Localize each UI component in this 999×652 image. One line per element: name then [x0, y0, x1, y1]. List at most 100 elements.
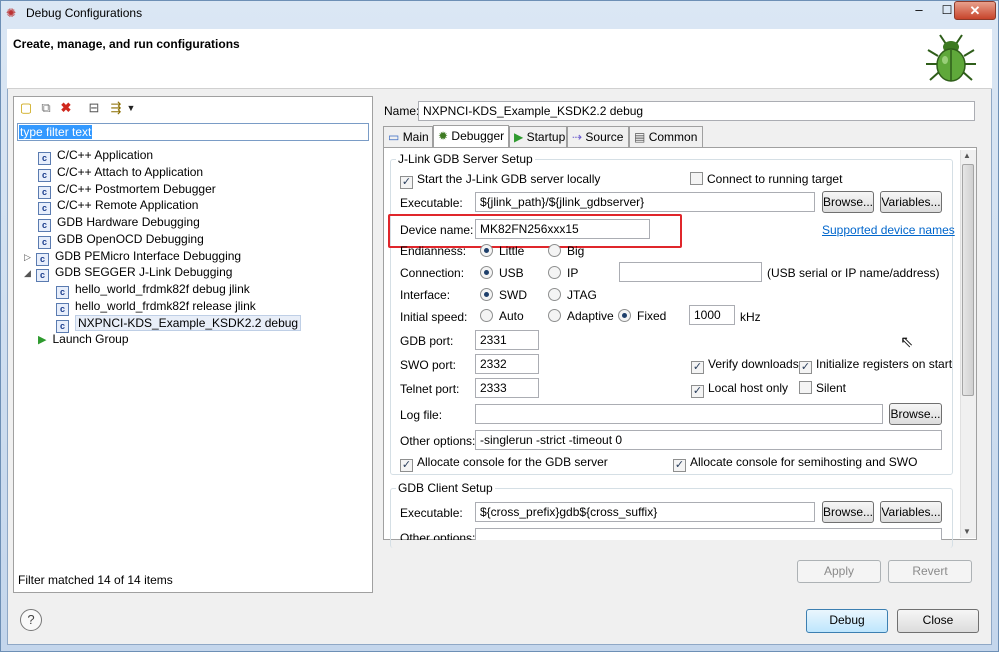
client-other-options-label: Other options:	[400, 531, 476, 540]
close-window-button[interactable]: ✕	[954, 1, 996, 20]
tab-debugger-label: Debugger	[451, 129, 505, 143]
tab-startup[interactable]: ▶ Startup	[509, 126, 567, 148]
tab-common[interactable]: ▤ Common	[629, 126, 703, 148]
scroll-up-icon[interactable]: ▲	[963, 151, 971, 160]
connect-running-checkbox[interactable]: Connect to running target	[690, 172, 842, 186]
help-icon[interactable]: ?	[20, 609, 42, 631]
tree-item[interactable]: ▶ Launch Group	[38, 331, 129, 347]
log-file-browse-button[interactable]: Browse...	[889, 403, 942, 425]
tab-source[interactable]: ⇢ Source	[567, 126, 629, 148]
delete-icon[interactable]: ✖	[58, 100, 74, 116]
tree-item[interactable]: c GDB Hardware Debugging	[38, 214, 200, 232]
checkbox-checked-icon: ✓	[400, 176, 413, 189]
filter-input-text[interactable]: type filter text	[19, 125, 93, 139]
speed-value-input[interactable]: 1000	[689, 305, 735, 325]
speed-adaptive-radio[interactable]: Adaptive	[548, 309, 614, 323]
tree-item[interactable]: ▷ c GDB PEMicro Interface Debugging	[24, 248, 241, 266]
connection-usb-label: USB	[499, 266, 524, 280]
new-config-icon[interactable]: ▢	[18, 100, 34, 116]
radio-unselected-icon	[548, 309, 561, 322]
connection-usb-radio[interactable]: USB	[480, 266, 524, 280]
tab-source-label: Source	[585, 130, 624, 144]
window-title: Debug Configurations	[26, 6, 143, 20]
client-other-options-row: Other options:	[384, 526, 959, 540]
gdb-port-input[interactable]: 2331	[475, 330, 539, 350]
server-variables-button[interactable]: Variables...	[880, 191, 942, 213]
supported-devices-link[interactable]: Supported device names	[822, 223, 955, 237]
collapse-all-icon[interactable]: ⊟	[86, 100, 102, 116]
debugger-icon: ✹	[438, 129, 449, 143]
interface-jtag-radio[interactable]: JTAG	[548, 288, 597, 302]
tree-item-label: C/C++ Remote Application	[57, 198, 199, 212]
speed-fixed-radio[interactable]: Fixed	[618, 309, 666, 323]
client-browse-button[interactable]: Browse...	[822, 501, 874, 523]
client-executable-input[interactable]: ${cross_prefix}gdb${cross_suffix}	[475, 502, 815, 522]
scrollbar-thumb[interactable]	[962, 164, 974, 396]
connection-address-input[interactable]	[619, 262, 762, 282]
allocate-console-server-label: Allocate console for the GDB server	[417, 455, 608, 469]
client-other-options-input[interactable]	[475, 528, 942, 540]
server-browse-button[interactable]: Browse...	[822, 191, 874, 213]
close-button[interactable]: Close	[897, 609, 979, 633]
interface-swd-radio[interactable]: SWD	[480, 288, 527, 302]
source-icon: ⇢	[572, 130, 583, 144]
scroll-down-icon[interactable]: ▼	[963, 527, 971, 536]
endianness-big-radio[interactable]: Big	[548, 244, 584, 258]
jlink-server-group-title: J-Link GDB Server Setup	[396, 152, 535, 166]
allocate-console-semihosting-label: Allocate console for semihosting and SWO	[690, 455, 918, 469]
expand-arrow-icon[interactable]: ▷	[24, 249, 36, 265]
other-options-input[interactable]: -singlerun -strict -timeout 0	[475, 430, 942, 450]
tree-item[interactable]: c GDB OpenOCD Debugging	[38, 231, 204, 249]
tree-item[interactable]: c C/C++ Remote Application	[38, 197, 199, 215]
server-executable-input[interactable]: ${jlink_path}/${jlink_gdbserver}	[475, 192, 815, 212]
tree-item[interactable]: c hello_world_frdmk82f release jlink	[56, 298, 256, 316]
init-registers-checkbox[interactable]: ✓ Initialize registers on start	[799, 357, 952, 374]
telnet-port-input[interactable]: 2333	[475, 378, 539, 398]
tree-item[interactable]: c NXPNCI-KDS_Example_KSDK2.2 debug	[56, 315, 302, 333]
radio-selected-icon	[480, 244, 493, 257]
duplicate-icon[interactable]: ⧉	[38, 100, 54, 116]
endianness-little-radio[interactable]: Little	[480, 244, 524, 258]
collapse-arrow-icon[interactable]: ◢	[24, 265, 36, 281]
name-input[interactable]: NXPNCI-KDS_Example_KSDK2.2 debug	[418, 101, 975, 121]
tree-item[interactable]: ◢ c GDB SEGGER J-Link Debugging	[24, 264, 232, 282]
tab-debugger[interactable]: ✹ Debugger	[433, 125, 509, 149]
radio-selected-icon	[480, 266, 493, 279]
connection-ip-radio[interactable]: IP	[548, 266, 578, 280]
header-title: Create, manage, and run configurations	[13, 37, 240, 51]
log-file-input[interactable]	[475, 404, 883, 424]
allocate-console-server-checkbox[interactable]: ✓ Allocate console for the GDB server	[400, 455, 608, 472]
other-options-label: Other options:	[400, 434, 476, 448]
debug-button[interactable]: Debug	[806, 609, 888, 633]
tree-item[interactable]: c C/C++ Attach to Application	[38, 164, 203, 182]
checkbox-checked-icon: ✓	[691, 361, 704, 374]
title-bar[interactable]: ✺ Debug Configurations – ☐ ✕	[0, 0, 999, 28]
checkbox-unchecked-icon	[690, 172, 703, 185]
client-variables-button[interactable]: Variables...	[880, 501, 942, 523]
radio-unselected-icon	[548, 244, 561, 257]
speed-auto-radio[interactable]: Auto	[480, 309, 524, 323]
filter-icon[interactable]: ⇶	[108, 100, 124, 116]
minimize-button[interactable]: –	[905, 2, 933, 20]
main-icon: ▭	[388, 130, 400, 144]
eclipse-icon: ✺	[6, 6, 17, 20]
silent-checkbox[interactable]: Silent	[799, 381, 846, 395]
allocate-console-semihosting-checkbox[interactable]: ✓ Allocate console for semihosting and SW…	[673, 455, 917, 472]
apply-button[interactable]: Apply	[797, 560, 881, 583]
start-locally-checkbox[interactable]: ✓ Start the J-Link GDB server locally	[400, 172, 600, 189]
name-label: Name:	[384, 104, 420, 118]
tab-main[interactable]: ▭ Main	[383, 126, 433, 148]
swo-port-input[interactable]: 2332	[475, 354, 539, 374]
checkbox-checked-icon: ✓	[691, 385, 704, 398]
tree-item[interactable]: c C/C++ Postmortem Debugger	[38, 181, 216, 199]
connect-running-label: Connect to running target	[707, 172, 843, 186]
tree-item[interactable]: c C/C++ Application	[38, 147, 153, 165]
tree-item-label: GDB OpenOCD Debugging	[57, 232, 204, 246]
server-executable-label: Executable:	[400, 196, 463, 210]
tree-item[interactable]: c hello_world_frdmk82f debug jlink	[56, 281, 250, 299]
verify-downloads-checkbox[interactable]: ✓ Verify downloads	[691, 357, 799, 374]
dropdown-icon[interactable]: ▼	[126, 100, 136, 116]
endianness-big-label: Big	[567, 244, 585, 258]
revert-button[interactable]: Revert	[888, 560, 972, 583]
local-host-only-checkbox[interactable]: ✓ Local host only	[691, 381, 788, 398]
